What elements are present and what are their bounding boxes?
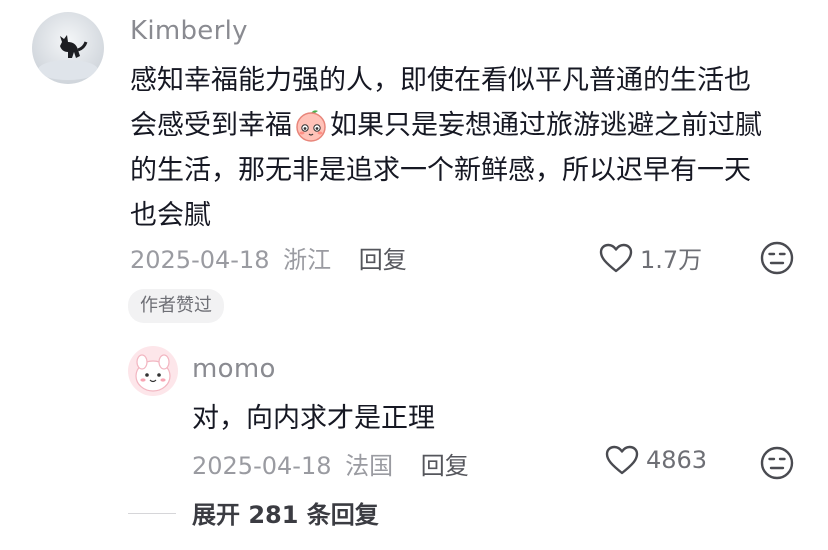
comment-username[interactable]: Kimberly — [130, 16, 248, 46]
comment-like-button[interactable]: 1.7万 — [598, 240, 702, 275]
expand-replies-button[interactable]: 展开 281 条回复 — [192, 495, 379, 530]
momo-avatar[interactable] — [128, 346, 178, 396]
peach-emoji-icon — [294, 108, 328, 142]
comment-text-line: 的生活，那无非是追求一个新鲜感，所以迟早有一天 — [130, 155, 751, 186]
author-liked-badge: 作者赞过 — [128, 289, 224, 323]
meh-face-icon[interactable] — [760, 241, 794, 275]
reply-like-count: 4863 — [646, 446, 708, 474]
reply-date: 2025-04-18 — [192, 452, 332, 480]
comment-location: 浙江 — [283, 246, 332, 274]
kimberly-avatar[interactable] — [32, 12, 104, 84]
comment-text-line: 会感受到幸福 如果只是妄想通过旅游逃避之前过腻 — [130, 103, 810, 148]
comment-date: 2025-04-18 — [130, 246, 270, 274]
comment-meta: 2025-04-18 浙江 回复 — [130, 240, 407, 275]
comment-text-line: 感知幸福能力强的人，即使在看似平凡普通的生活也 — [130, 65, 751, 96]
reply-text: 对，向内求才是正理 — [192, 403, 435, 434]
reply-like-button[interactable]: 4863 — [604, 444, 707, 476]
reply-meta: 2025-04-18 法国 回复 — [192, 446, 469, 481]
meh-face-icon[interactable] — [760, 446, 794, 480]
heart-outline-icon — [604, 444, 640, 476]
reply-reply-button[interactable]: 回复 — [421, 452, 469, 480]
heart-outline-icon — [598, 242, 634, 274]
comment-text: 感知幸福能力强的人，即使在看似平凡普通的生活也 会感受到幸福 如果只是妄想通过旅… — [130, 58, 810, 238]
expand-divider — [128, 513, 176, 514]
reply-location: 法国 — [345, 452, 394, 480]
comment-text-line: 也会腻 — [130, 200, 211, 231]
reply-username[interactable]: momo — [192, 354, 276, 384]
comment-text-segment: 如果只是妄想通过旅游逃避之前过腻 — [330, 110, 762, 141]
comment-like-count: 1.7万 — [640, 246, 703, 274]
comment-text-segment: 会感受到幸福 — [130, 110, 292, 141]
comment-reply-button[interactable]: 回复 — [359, 246, 407, 274]
